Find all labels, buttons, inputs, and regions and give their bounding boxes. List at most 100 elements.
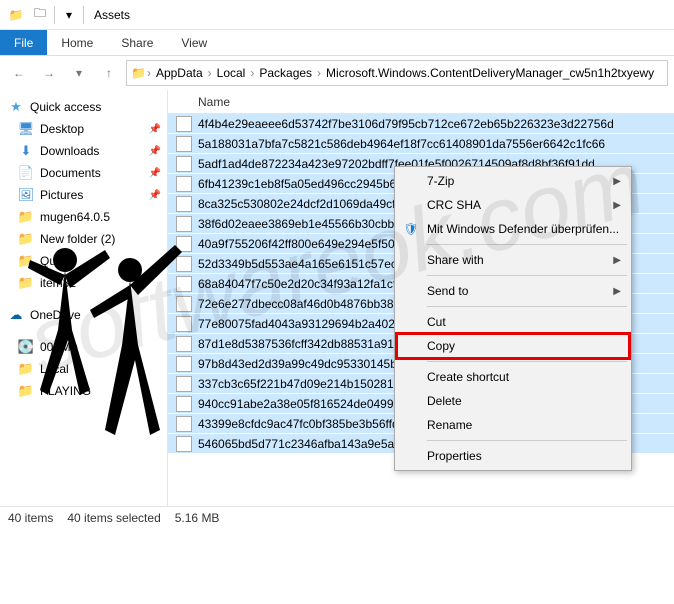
file-name: 5a188031a7bfa7c5821c586deb4964ef18f7cc61… (198, 137, 605, 151)
nav-folder-item32[interactable]: 📁 item32 (0, 272, 167, 294)
nav-drive-m[interactable]: 💽00 (M:) (0, 336, 167, 358)
menu-cut[interactable]: Cut (397, 310, 629, 334)
pin-icon: 📌 (149, 190, 161, 201)
pictures-icon: 🖼 (18, 187, 34, 203)
tab-share[interactable]: Share (107, 30, 167, 55)
tab-view[interactable]: View (167, 30, 221, 55)
folder-icon: 📁 (18, 231, 34, 247)
window-title: Assets (94, 8, 130, 22)
file-row[interactable]: 5a188031a7bfa7c5821c586deb4964ef18f7cc61… (168, 134, 674, 154)
address-bar: ← → ▾ ↑ 📁 › AppData › Local › Packages ›… (0, 56, 674, 90)
title-bar: 📁 🗀 ▾ Assets (0, 0, 674, 30)
tab-home[interactable]: Home (47, 30, 107, 55)
file-icon (176, 236, 192, 252)
menu-delete[interactable]: Delete (397, 389, 629, 413)
nav-label: New folder (2) (40, 232, 115, 246)
address-box[interactable]: 📁 › AppData › Local › Packages › Microso… (126, 60, 668, 86)
chevron-right-icon: ▶ (613, 200, 621, 211)
nav-label: PLAYING (40, 384, 91, 398)
nav-folder-mugen[interactable]: 📁 mugen64.0.5 (0, 206, 167, 228)
nav-label: Quir (40, 254, 63, 268)
file-name: 43399e8cfdc9ac47fc0bf385be3b56ffd494 (198, 417, 419, 431)
chevron-right-icon: ▶ (613, 255, 621, 266)
nav-downloads[interactable]: ⬇Downloads📌 (0, 140, 167, 162)
nav-label: Pictures (40, 188, 83, 202)
folder-icon: 📁 (18, 361, 34, 377)
folder-icon: 📁 (18, 253, 34, 269)
menu-create-shortcut[interactable]: Create shortcut (397, 365, 629, 389)
folder-icon: 📁 (18, 383, 34, 399)
status-item-count: 40 items (8, 511, 53, 525)
separator (83, 6, 84, 24)
file-row[interactable]: 4f4b4e29eaeee6d53742f7be3106d79f95cb712c… (168, 114, 674, 134)
forward-button[interactable]: → (36, 60, 62, 86)
menu-properties[interactable]: Properties (397, 444, 629, 468)
nav-label: OneDrive (30, 308, 81, 322)
nav-desktop[interactable]: 🖥Desktop📌 (0, 118, 167, 140)
qat-properties-icon[interactable]: ▾ (57, 3, 81, 27)
up-button[interactable]: ↑ (96, 60, 122, 86)
file-icon (176, 216, 192, 232)
nav-folder-new[interactable]: 📁 New folder (2) (0, 228, 167, 250)
file-icon (176, 176, 192, 192)
menu-separator (427, 306, 627, 307)
file-icon (176, 156, 192, 172)
desktop-icon: 🖥 (18, 121, 34, 137)
file-icon (176, 256, 192, 272)
breadcrumb-item[interactable]: Local (213, 66, 250, 80)
nav-folder-playing[interactable]: 📁 PLAYING (0, 380, 167, 402)
column-header-name[interactable]: Name (168, 90, 674, 114)
menu-rename[interactable]: Rename (397, 413, 629, 437)
file-icon (176, 376, 192, 392)
nav-documents[interactable]: 📄Documents📌 (0, 162, 167, 184)
breadcrumb-item[interactable]: AppData (152, 66, 207, 80)
menu-copy[interactable]: Copy (397, 334, 629, 358)
file-icon (176, 196, 192, 212)
file-icon (176, 436, 192, 452)
nav-folder-local[interactable]: 📁Local (0, 358, 167, 380)
menu-share-with[interactable]: Share with▶ (397, 248, 629, 272)
menu-crc[interactable]: CRC SHA▶ (397, 193, 629, 217)
folder-icon: 📁 (18, 209, 34, 225)
menu-separator (427, 440, 627, 441)
context-menu: 7-Zip▶ CRC SHA▶ 🛡Mit Windows Defender üb… (394, 166, 632, 471)
menu-send-to[interactable]: Send to▶ (397, 279, 629, 303)
ribbon-tabs: File Home Share View (0, 30, 674, 56)
pin-icon: 📌 (149, 146, 161, 157)
window-icon: 📁 (4, 3, 28, 27)
file-icon (176, 356, 192, 372)
nav-onedrive[interactable]: ☁OneDrive (0, 304, 167, 326)
quick-new-folder-icon[interactable]: 🗀 (28, 3, 52, 27)
nav-label: mugen64.0.5 (40, 210, 110, 224)
breadcrumb-item[interactable]: Packages (255, 66, 316, 80)
status-selected-count: 40 items selected (67, 511, 160, 525)
nav-folder-quir[interactable]: 📁 Quir (0, 250, 167, 272)
file-icon (176, 416, 192, 432)
chevron-right-icon: ▶ (613, 286, 621, 297)
tab-file[interactable]: File (0, 30, 47, 55)
separator (54, 6, 55, 24)
back-button[interactable]: ← (6, 60, 32, 86)
nav-label: Quick access (30, 100, 101, 114)
nav-label: Documents (40, 166, 101, 180)
menu-7zip[interactable]: 7-Zip▶ (397, 169, 629, 193)
file-icon (176, 396, 192, 412)
recent-locations-button[interactable]: ▾ (66, 60, 92, 86)
nav-label: 00 (M:) (40, 340, 78, 354)
menu-separator (427, 244, 627, 245)
shield-icon: 🛡 (402, 220, 420, 238)
file-icon (176, 336, 192, 352)
pin-icon: 📌 (149, 168, 161, 179)
chevron-right-icon: ▶ (613, 176, 621, 187)
file-name: 4f4b4e29eaeee6d53742f7be3106d79f95cb712c… (198, 117, 614, 131)
status-bar: 40 items 40 items selected 5.16 MB (0, 506, 674, 528)
pin-icon: 📌 (149, 124, 161, 135)
nav-pictures[interactable]: 🖼 Pictures 📌 (0, 184, 167, 206)
folder-icon: 📁 (131, 66, 146, 80)
nav-quick-access[interactable]: ★ Quick access (0, 96, 167, 118)
file-icon (176, 276, 192, 292)
menu-defender[interactable]: 🛡Mit Windows Defender überprüfen... (397, 217, 629, 241)
folder-icon: 📁 (18, 275, 34, 291)
breadcrumb-item[interactable]: Microsoft.Windows.ContentDeliveryManager… (322, 66, 658, 80)
nav-label: item32 (40, 276, 76, 290)
